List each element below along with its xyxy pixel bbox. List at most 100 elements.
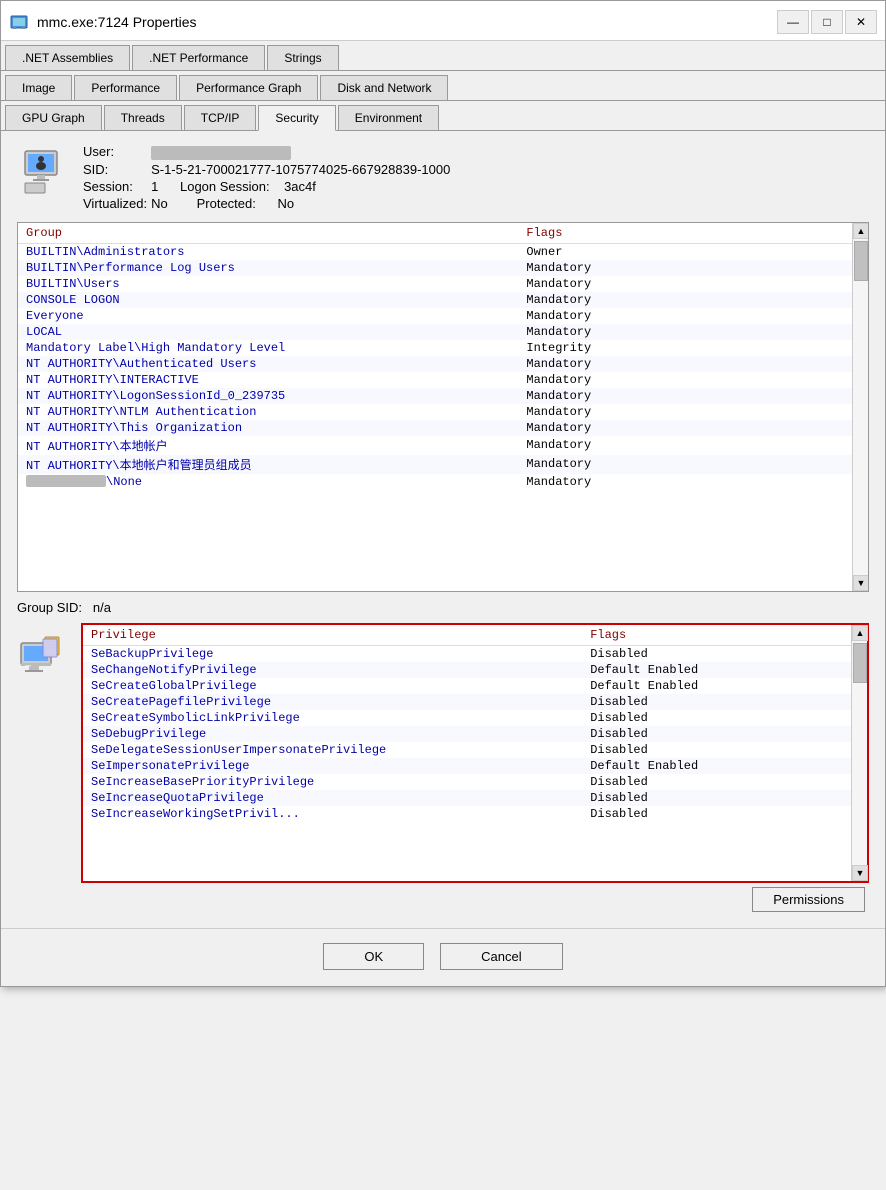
group-cell: BUILTIN\Performance Log Users: [18, 260, 518, 276]
scrollbar-up-arrow[interactable]: ▲: [853, 223, 869, 239]
flags-cell: Owner: [518, 243, 852, 260]
group-table-row: NT AUTHORITY\NTLM AuthenticationMandator…: [18, 404, 852, 420]
group-cell: CONSOLE LOGON: [18, 292, 518, 308]
group-cell: NT AUTHORITY\本地帐户: [18, 436, 518, 455]
priv-table-row: SeBackupPrivilegeDisabled: [83, 645, 851, 662]
priv-scrollbar-down[interactable]: ▼: [852, 865, 868, 881]
priv-table-row: SeDelegateSessionUserImpersonatePrivileg…: [83, 742, 851, 758]
privilege-icon-area: [17, 623, 81, 675]
group-table-row: NT AUTHORITY\Authenticated UsersMandator…: [18, 356, 852, 372]
tab-tcp-ip[interactable]: TCP/IP: [184, 105, 257, 130]
priv-flags-cell: Disabled: [582, 694, 851, 710]
flags-cell: Mandatory: [518, 455, 852, 474]
close-button[interactable]: ✕: [845, 10, 877, 34]
group-cell: BUILTIN\Users: [18, 276, 518, 292]
tab-disk-and-network[interactable]: Disk and Network: [320, 75, 448, 100]
group-scrollbar[interactable]: ▲ ▼: [852, 223, 868, 591]
titlebar-buttons: — □ ✕: [777, 10, 877, 34]
scrollbar-track[interactable]: [853, 239, 868, 575]
user-computer-icon: [17, 143, 73, 199]
group-table-row: NT AUTHORITY\This OrganizationMandatory: [18, 420, 852, 436]
group-table-container[interactable]: Group Flags BUILTIN\AdministratorsOwnerB…: [17, 222, 869, 592]
tab-gpu-graph[interactable]: GPU Graph: [5, 105, 102, 130]
flags-cell: Mandatory: [518, 436, 852, 455]
group-table-row: NT AUTHORITY\本地帐户和管理员组成员Mandatory: [18, 455, 852, 474]
priv-scrollbar-up[interactable]: ▲: [852, 625, 868, 641]
permissions-row: Permissions: [81, 883, 869, 916]
privilege-cell: SeIncreaseWorkingSetPrivil...: [83, 806, 582, 822]
privilege-cell: SeCreatePagefilePrivilege: [83, 694, 582, 710]
privilege-table-container[interactable]: Privilege Flags SeBackupPrivilegeDisable…: [81, 623, 869, 883]
priv-table-row: SeCreateSymbolicLinkPrivilegeDisabled: [83, 710, 851, 726]
priv-flags-cell: Default Enabled: [582, 758, 851, 774]
user-details: User: SID: S-1-5-21-700021777-1075774025…: [83, 143, 869, 212]
priv-table-row: SeCreatePagefilePrivilegeDisabled: [83, 694, 851, 710]
cancel-button[interactable]: Cancel: [440, 943, 562, 970]
scrollbar-down-arrow[interactable]: ▼: [853, 575, 869, 591]
virtualized-value: No: [151, 196, 168, 211]
flags-cell: Mandatory: [518, 260, 852, 276]
tab-security[interactable]: Security: [258, 105, 335, 131]
tab-environment[interactable]: Environment: [338, 105, 439, 130]
flags-cell: Mandatory: [518, 404, 852, 420]
privilege-cell: SeDebugPrivilege: [83, 726, 582, 742]
privilege-table-outer: Privilege Flags SeBackupPrivilegeDisable…: [81, 623, 869, 916]
logon-session-label: Logon Session:: [180, 179, 270, 194]
tab-threads[interactable]: Threads: [104, 105, 182, 130]
tab-performance[interactable]: Performance: [74, 75, 177, 100]
priv-scrollbar-track[interactable]: [852, 641, 867, 865]
group-cell: NT AUTHORITY\本地帐户和管理员组成员: [18, 455, 518, 474]
flags-col-header: Flags: [518, 223, 852, 244]
tabs-row-3: GPU Graph Threads TCP/IP Security Enviro…: [1, 101, 885, 131]
priv-table-row: SeDebugPrivilegeDisabled: [83, 726, 851, 742]
group-table-row: NT AUTHORITY\LogonSessionId_0_239735Mand…: [18, 388, 852, 404]
privilege-flags-col-header: Flags: [582, 625, 851, 646]
priv-table-row: SeIncreaseBasePriorityPrivilegeDisabled: [83, 774, 851, 790]
privilege-scrollbar[interactable]: ▲ ▼: [851, 625, 867, 881]
session-value: 1: [151, 179, 158, 194]
group-cell: BUILTIN\Administrators: [18, 243, 518, 260]
minimize-button[interactable]: —: [777, 10, 809, 34]
priv-flags-cell: Disabled: [582, 710, 851, 726]
maximize-button[interactable]: □: [811, 10, 843, 34]
user-info-section: User: SID: S-1-5-21-700021777-1075774025…: [17, 143, 869, 212]
sid-value: S-1-5-21-700021777-1075774025-667928839-…: [151, 161, 454, 178]
group-cell: NT AUTHORITY\This Organization: [18, 420, 518, 436]
tab-performance-graph[interactable]: Performance Graph: [179, 75, 318, 100]
priv-table-row: SeCreateGlobalPrivilegeDefault Enabled: [83, 678, 851, 694]
flags-cell: Mandatory: [518, 356, 852, 372]
window-title: mmc.exe:7124 Properties: [37, 14, 777, 30]
user-label: User:: [83, 143, 151, 161]
group-sid-label: Group SID:: [17, 600, 82, 615]
group-cell: NT AUTHORITY\NTLM Authentication: [18, 404, 518, 420]
privilege-table-scroll[interactable]: Privilege Flags SeBackupPrivilegeDisable…: [83, 625, 851, 881]
privilege-cell: SeCreateSymbolicLinkPrivilege: [83, 710, 582, 726]
flags-cell: Mandatory: [518, 372, 852, 388]
scrollbar-thumb[interactable]: [854, 241, 868, 281]
priv-flags-cell: Disabled: [582, 645, 851, 662]
group-table-row: BUILTIN\Performance Log UsersMandatory: [18, 260, 852, 276]
priv-flags-cell: Disabled: [582, 790, 851, 806]
privilege-table: Privilege Flags SeBackupPrivilegeDisable…: [83, 625, 851, 822]
privilege-cell: SeIncreaseQuotaPrivilege: [83, 790, 582, 806]
group-table-row: LOCALMandatory: [18, 324, 852, 340]
group-cell: Mandatory Label\High Mandatory Level: [18, 340, 518, 356]
tab-net-performance[interactable]: .NET Performance: [132, 45, 265, 70]
tab-strings[interactable]: Strings: [267, 45, 338, 70]
group-table-row: BUILTIN\AdministratorsOwner: [18, 243, 852, 260]
content-area: User: SID: S-1-5-21-700021777-1075774025…: [1, 131, 885, 928]
tabs-row-2: Image Performance Performance Graph Disk…: [1, 71, 885, 101]
tab-net-assemblies[interactable]: .NET Assemblies: [5, 45, 130, 70]
priv-scrollbar-thumb[interactable]: [853, 643, 867, 683]
priv-table-row: SeIncreaseQuotaPrivilegeDisabled: [83, 790, 851, 806]
main-window: mmc.exe:7124 Properties — □ ✕ .NET Assem…: [0, 0, 886, 987]
protected-value: No: [278, 196, 295, 211]
flags-cell: Mandatory: [518, 388, 852, 404]
group-table-scroll[interactable]: Group Flags BUILTIN\AdministratorsOwnerB…: [18, 223, 852, 591]
group-sid-row: Group SID: n/a: [17, 600, 869, 615]
logon-session-value: 3ac4f: [284, 179, 316, 194]
tab-image[interactable]: Image: [5, 75, 72, 100]
permissions-button[interactable]: Permissions: [752, 887, 865, 912]
ok-button[interactable]: OK: [323, 943, 424, 970]
group-cell: \None: [18, 474, 518, 490]
